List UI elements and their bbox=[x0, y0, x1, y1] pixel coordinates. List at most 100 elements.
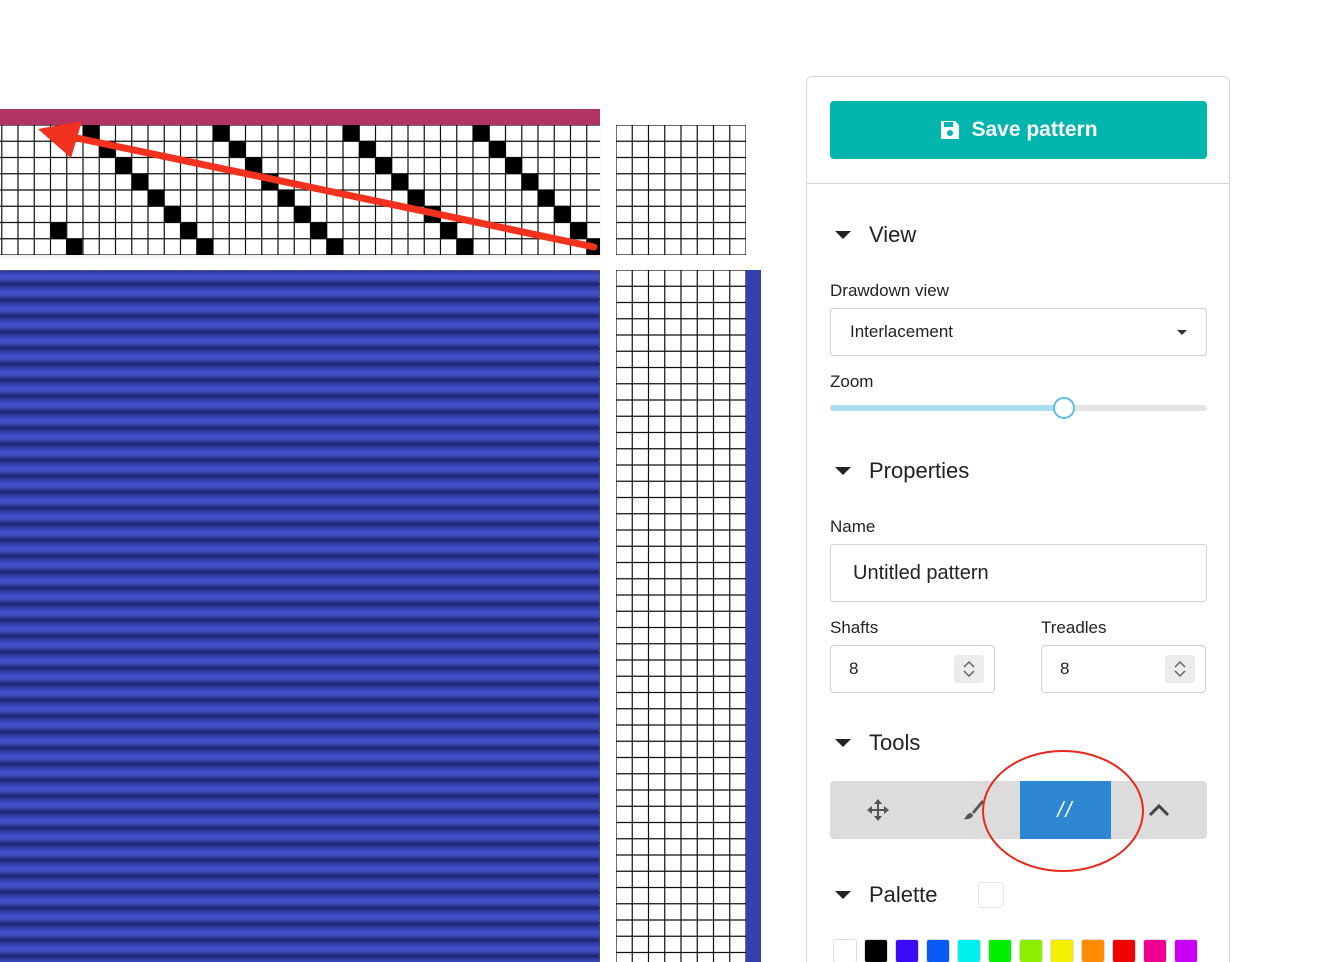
chevron-down-icon[interactable] bbox=[1174, 670, 1186, 678]
threading-mark[interactable] bbox=[343, 125, 360, 142]
chevron-up-icon[interactable] bbox=[1174, 660, 1186, 668]
treadles-value: 8 bbox=[1060, 659, 1070, 678]
threading-mark[interactable] bbox=[261, 173, 278, 190]
collapse-tools-button[interactable] bbox=[1111, 781, 1207, 839]
drawdown-view-select[interactable]: Interlacement bbox=[830, 308, 1207, 356]
treadles-label: Treadles bbox=[1041, 618, 1107, 637]
save-area: Save pattern bbox=[807, 77, 1229, 184]
tools-toolbar: // bbox=[830, 781, 1207, 839]
properties-section-header[interactable]: Properties bbox=[835, 458, 969, 484]
chevron-up-icon[interactable] bbox=[963, 660, 975, 668]
threading-mark[interactable] bbox=[66, 238, 83, 255]
palette-section-title: Palette bbox=[869, 882, 938, 907]
threading-mark[interactable] bbox=[294, 206, 311, 223]
caret-down-icon bbox=[835, 231, 851, 239]
palette-swatch[interactable] bbox=[895, 939, 919, 962]
zoom-slider-fill bbox=[830, 405, 1064, 411]
threading-mark[interactable] bbox=[229, 141, 246, 158]
threading-mark[interactable] bbox=[83, 125, 100, 142]
treadling-grid[interactable] bbox=[615, 269, 747, 962]
threading-mark[interactable] bbox=[424, 206, 441, 223]
shafts-stepper[interactable] bbox=[954, 655, 984, 683]
threading-mark[interactable] bbox=[326, 238, 343, 255]
palette-swatch[interactable] bbox=[988, 939, 1012, 962]
threading-mark[interactable] bbox=[131, 173, 148, 190]
palette-selected-color[interactable] bbox=[977, 882, 1004, 908]
threading-mark[interactable] bbox=[50, 222, 67, 239]
threading-mark[interactable] bbox=[554, 206, 571, 223]
move-icon bbox=[866, 799, 889, 821]
zoom-slider[interactable] bbox=[830, 397, 1207, 419]
warp-color-bar[interactable] bbox=[0, 109, 600, 125]
palette-swatch[interactable] bbox=[1019, 939, 1043, 962]
name-label: Name bbox=[830, 517, 876, 536]
threading-grid[interactable] bbox=[0, 124, 603, 256]
side-panel: Save pattern View Drawdown view Interlac… bbox=[806, 76, 1230, 962]
threading-mark[interactable] bbox=[310, 222, 327, 239]
move-tool-button[interactable] bbox=[830, 781, 925, 839]
palette-section-header[interactable]: Palette bbox=[835, 882, 1004, 908]
palette-swatches bbox=[833, 939, 1198, 962]
shafts-input[interactable]: 8 bbox=[830, 645, 995, 693]
zoom-label: Zoom bbox=[830, 372, 874, 391]
treadles-stepper[interactable] bbox=[1165, 655, 1195, 683]
threading-mark[interactable] bbox=[489, 141, 506, 158]
chevron-down-icon[interactable] bbox=[963, 670, 975, 678]
straight-draw-tool-button[interactable]: // bbox=[1020, 781, 1111, 839]
paint-tool-button[interactable] bbox=[925, 781, 1020, 839]
palette-swatch[interactable] bbox=[1143, 939, 1167, 962]
palette-swatch[interactable] bbox=[833, 939, 857, 962]
threading-mark[interactable] bbox=[359, 141, 376, 158]
threading-mark[interactable] bbox=[245, 157, 262, 174]
threading-mark[interactable] bbox=[164, 206, 181, 223]
threading-mark[interactable] bbox=[196, 238, 213, 255]
weaving-editor bbox=[0, 0, 780, 962]
palette-swatch[interactable] bbox=[1081, 939, 1105, 962]
paintbrush-icon bbox=[963, 800, 984, 820]
palette-swatch[interactable] bbox=[957, 939, 981, 962]
shafts-value: 8 bbox=[849, 659, 859, 678]
treadling-grid-cells[interactable] bbox=[615, 269, 747, 962]
weft-color-bar[interactable] bbox=[746, 270, 761, 962]
threading-mark[interactable] bbox=[440, 222, 457, 239]
dropdown-caret-icon bbox=[1177, 329, 1187, 335]
threading-mark[interactable] bbox=[456, 238, 473, 255]
threading-mark[interactable] bbox=[473, 125, 490, 142]
threading-mark[interactable] bbox=[538, 190, 555, 207]
pattern-name-input[interactable] bbox=[830, 544, 1207, 602]
threading-mark[interactable] bbox=[99, 141, 116, 158]
threading-mark[interactable] bbox=[570, 222, 587, 239]
threading-mark[interactable] bbox=[213, 125, 230, 142]
threading-mark[interactable] bbox=[180, 222, 197, 239]
chevron-up-icon bbox=[1148, 803, 1170, 817]
palette-swatch[interactable] bbox=[1174, 939, 1198, 962]
threading-mark[interactable] bbox=[148, 190, 165, 207]
tieup-grid-cells[interactable] bbox=[615, 124, 747, 256]
threading-mark[interactable] bbox=[375, 157, 392, 174]
threading-mark[interactable] bbox=[505, 157, 522, 174]
threading-mark[interactable] bbox=[391, 173, 408, 190]
palette-swatch[interactable] bbox=[864, 939, 888, 962]
zoom-slider-handle[interactable] bbox=[1052, 397, 1075, 419]
tools-section-title: Tools bbox=[869, 730, 921, 755]
drawdown-area[interactable] bbox=[0, 270, 600, 962]
threading-grid-cells[interactable] bbox=[0, 124, 603, 256]
drawdown-view-label: Drawdown view bbox=[830, 281, 950, 300]
treadles-input[interactable]: 8 bbox=[1041, 645, 1206, 693]
palette-swatch[interactable] bbox=[1050, 939, 1074, 962]
tools-section-header[interactable]: Tools bbox=[835, 730, 920, 756]
caret-down-icon bbox=[835, 739, 851, 747]
save-pattern-button[interactable]: Save pattern bbox=[830, 101, 1207, 159]
tieup-grid[interactable] bbox=[615, 124, 747, 256]
palette-swatch[interactable] bbox=[1112, 939, 1136, 962]
view-section-header[interactable]: View bbox=[835, 222, 916, 248]
threading-mark[interactable] bbox=[586, 238, 603, 255]
view-section-title: View bbox=[869, 222, 917, 247]
threading-mark[interactable] bbox=[408, 190, 425, 207]
threading-mark[interactable] bbox=[278, 190, 295, 207]
threading-mark[interactable] bbox=[115, 157, 132, 174]
threading-mark[interactable] bbox=[521, 173, 538, 190]
caret-down-icon bbox=[835, 891, 851, 899]
palette-swatch[interactable] bbox=[926, 939, 950, 962]
straight-draw-tool-label: // bbox=[1057, 797, 1074, 822]
